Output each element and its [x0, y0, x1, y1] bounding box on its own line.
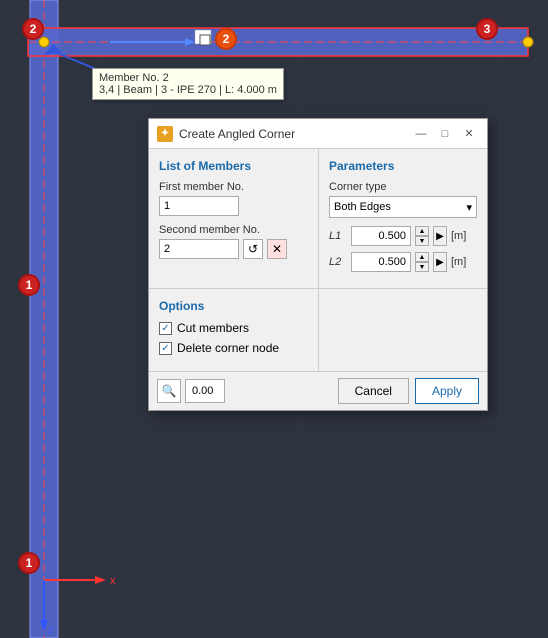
corner-type-dropdown[interactable]: Both Edges ▾	[329, 196, 477, 218]
options-row: Options ✓ Cut members ✓ Delete corner no…	[149, 289, 487, 371]
corner-type-value: Both Edges	[334, 201, 391, 213]
l2-spinner: ▲ ▼	[415, 252, 429, 272]
close-button[interactable]: ✕	[459, 124, 479, 144]
maximize-button[interactable]: □	[435, 124, 455, 144]
cut-members-label: Cut members	[177, 321, 249, 335]
badge-node-1-bottom: 1	[18, 552, 40, 574]
l1-increment[interactable]: ▲	[415, 226, 429, 236]
member-tooltip: Member No. 2 3,4 | Beam | 3 - IPE 270 | …	[92, 68, 284, 100]
list-of-members-section: List of Members First member No. Second …	[149, 149, 319, 288]
delete-corner-checkbox[interactable]: ✓	[159, 342, 172, 355]
refresh-button[interactable]: ↺	[243, 239, 263, 259]
l2-decrement[interactable]: ▼	[415, 262, 429, 272]
svg-text:z: z	[48, 624, 54, 636]
options-section: Options ✓ Cut members ✓ Delete corner no…	[149, 289, 319, 371]
badge-node-3: 3	[476, 18, 498, 40]
first-member-row	[159, 196, 308, 216]
dialog-footer: 🔍 0.00 Cancel Apply	[149, 371, 487, 410]
cut-members-checkbox[interactable]: ✓	[159, 322, 172, 335]
apply-button[interactable]: Apply	[415, 378, 479, 404]
cut-members-row: ✓ Cut members	[159, 321, 308, 335]
l2-unit: [m]	[451, 256, 466, 268]
dialog-icon: ✦	[157, 126, 173, 142]
options-right-empty	[319, 289, 487, 371]
dialog-title-text: Create Angled Corner	[179, 127, 295, 141]
minimize-button[interactable]: —	[411, 124, 431, 144]
help-icon: 🔍	[162, 384, 177, 398]
l1-row: L1 ▲ ▼ ▶ [m]	[329, 226, 477, 246]
create-angled-corner-dialog: ✦ Create Angled Corner — □ ✕ List of Mem…	[148, 118, 488, 411]
l1-spinner: ▲ ▼	[415, 226, 429, 246]
badge-node-1-mid: 1	[18, 274, 40, 296]
l1-label: L1	[329, 230, 347, 242]
dialog-title-area: ✦ Create Angled Corner	[157, 126, 295, 142]
footer-right: Cancel Apply	[338, 378, 479, 404]
delete-corner-row: ✓ Delete corner node	[159, 341, 308, 355]
delete-button[interactable]: ✕	[267, 239, 287, 259]
delete-corner-label: Delete corner node	[177, 341, 279, 355]
parameters-section: Parameters Corner type Both Edges ▾ L1 ▲…	[319, 149, 487, 288]
l1-unit: [m]	[451, 230, 466, 242]
first-member-label: First member No.	[159, 181, 308, 193]
l2-row: L2 ▲ ▼ ▶ [m]	[329, 252, 477, 272]
l2-input[interactable]	[351, 252, 411, 272]
first-member-input[interactable]	[159, 196, 239, 216]
footer-value-display: 0.00	[185, 379, 225, 403]
badge-node-2-top: 2	[215, 28, 237, 50]
parameters-header: Parameters	[329, 159, 477, 173]
second-member-input[interactable]	[159, 239, 239, 259]
l1-arrow-btn[interactable]: ▶	[433, 226, 447, 246]
badge-node-2-left: 2	[22, 18, 44, 40]
dropdown-arrow-icon: ▾	[466, 201, 472, 214]
cancel-button[interactable]: Cancel	[338, 378, 409, 404]
l1-decrement[interactable]: ▼	[415, 236, 429, 246]
tooltip-line2: 3,4 | Beam | 3 - IPE 270 | L: 4.000 m	[99, 84, 277, 96]
help-button[interactable]: 🔍	[157, 379, 181, 403]
dialog-titlebar: ✦ Create Angled Corner — □ ✕	[149, 119, 487, 149]
svg-text:x: x	[110, 575, 116, 587]
second-member-label: Second member No.	[159, 224, 308, 236]
options-header: Options	[159, 299, 308, 313]
dialog-main-content: List of Members First member No. Second …	[149, 149, 487, 289]
l1-input[interactable]	[351, 226, 411, 246]
l2-arrow-btn[interactable]: ▶	[433, 252, 447, 272]
list-members-header: List of Members	[159, 159, 308, 173]
footer-left: 🔍 0.00	[157, 379, 225, 403]
l2-increment[interactable]: ▲	[415, 252, 429, 262]
tooltip-line1: Member No. 2	[99, 72, 277, 84]
l2-label: L2	[329, 256, 347, 268]
dialog-title-controls: — □ ✕	[411, 124, 479, 144]
corner-type-label: Corner type	[329, 181, 477, 193]
second-member-row: ↺ ✕	[159, 239, 308, 259]
